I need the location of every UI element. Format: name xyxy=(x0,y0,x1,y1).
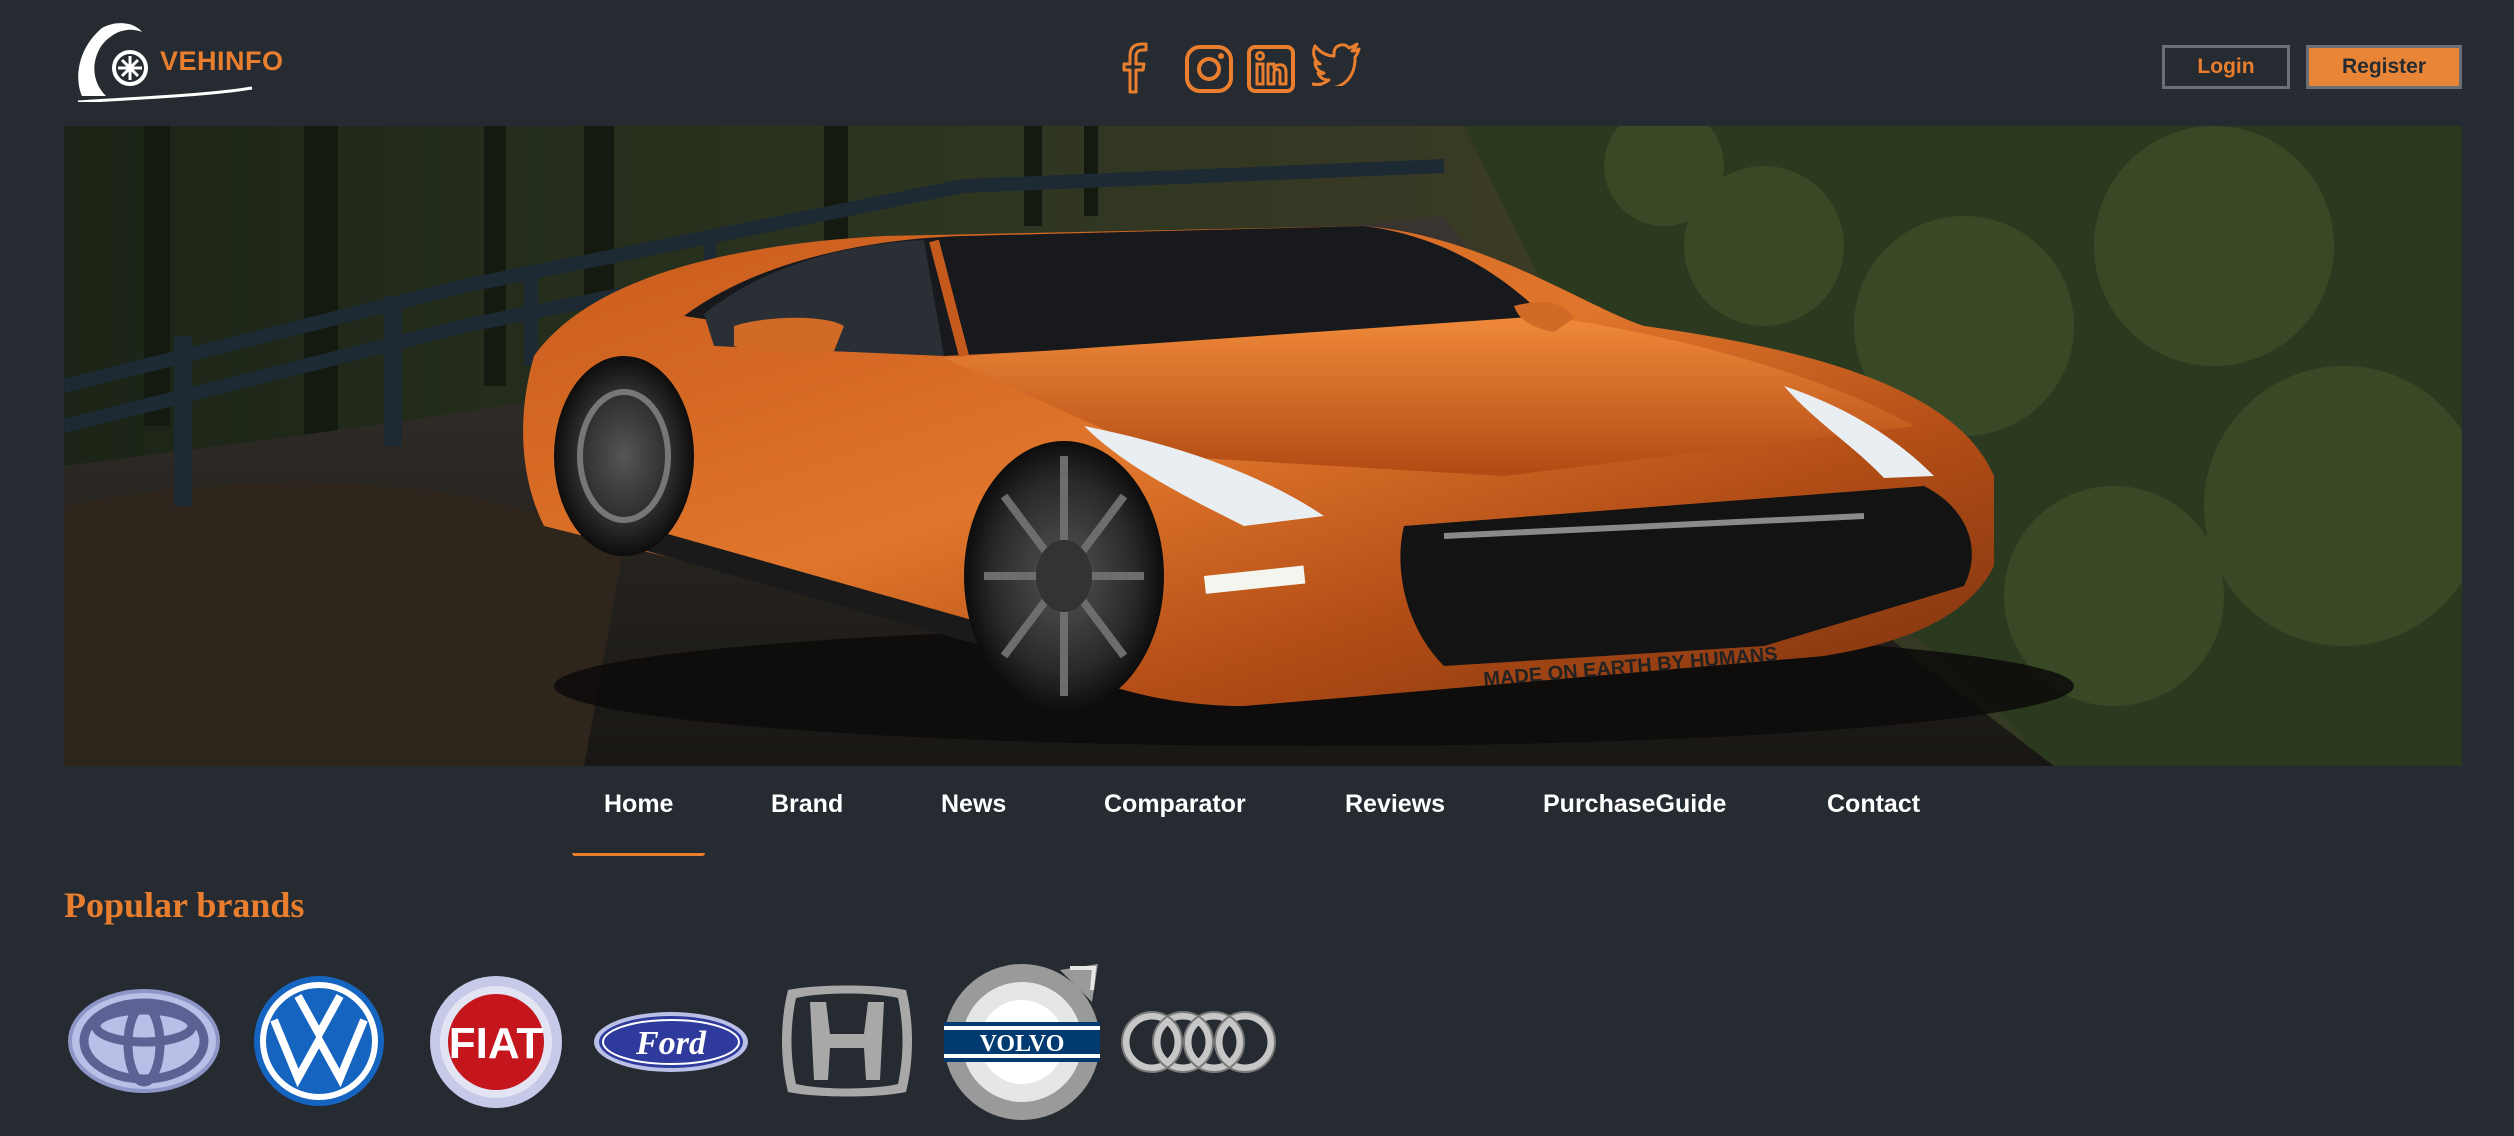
audi-logo[interactable] xyxy=(1120,1010,1278,1074)
logo-text[interactable]: VEHINFO xyxy=(160,46,284,77)
nav-news[interactable]: News xyxy=(941,790,1006,836)
volvo-logo-text: VOLVO xyxy=(980,1031,1065,1057)
nav-home[interactable]: Home xyxy=(571,790,707,856)
toyota-logo[interactable] xyxy=(66,986,222,1096)
popular-brands-title: Popular brands xyxy=(64,885,305,925)
honda-logo[interactable] xyxy=(776,982,918,1100)
nav-comparator[interactable]: Comparator xyxy=(1104,790,1246,836)
twitter-icon[interactable] xyxy=(1312,42,1362,86)
nav-purchase-guide[interactable]: PurchaseGuide xyxy=(1543,790,1726,836)
facebook-icon[interactable] xyxy=(1116,38,1156,96)
main-nav: Home Brand News Comparator Reviews Purch… xyxy=(0,790,2514,856)
login-button[interactable]: Login xyxy=(2162,45,2290,89)
hero-car-image: MADE ON EARTH BY HUMANS xyxy=(64,126,2462,766)
nav-brand[interactable]: Brand xyxy=(771,790,843,836)
instagram-icon[interactable] xyxy=(1184,42,1234,96)
ford-logo[interactable]: Ford xyxy=(592,1010,750,1074)
volkswagen-logo[interactable] xyxy=(252,974,386,1108)
fiat-logo-text: FIAT xyxy=(449,1019,544,1068)
fiat-logo[interactable]: FIAT xyxy=(428,974,564,1110)
volvo-logo[interactable]: VOLVO xyxy=(942,960,1102,1122)
nav-reviews[interactable]: Reviews xyxy=(1345,790,1445,836)
ford-logo-text: Ford xyxy=(635,1025,707,1062)
linkedin-icon[interactable] xyxy=(1246,42,1296,96)
register-button[interactable]: Register xyxy=(2306,45,2462,89)
nav-contact[interactable]: Contact xyxy=(1827,790,1920,836)
